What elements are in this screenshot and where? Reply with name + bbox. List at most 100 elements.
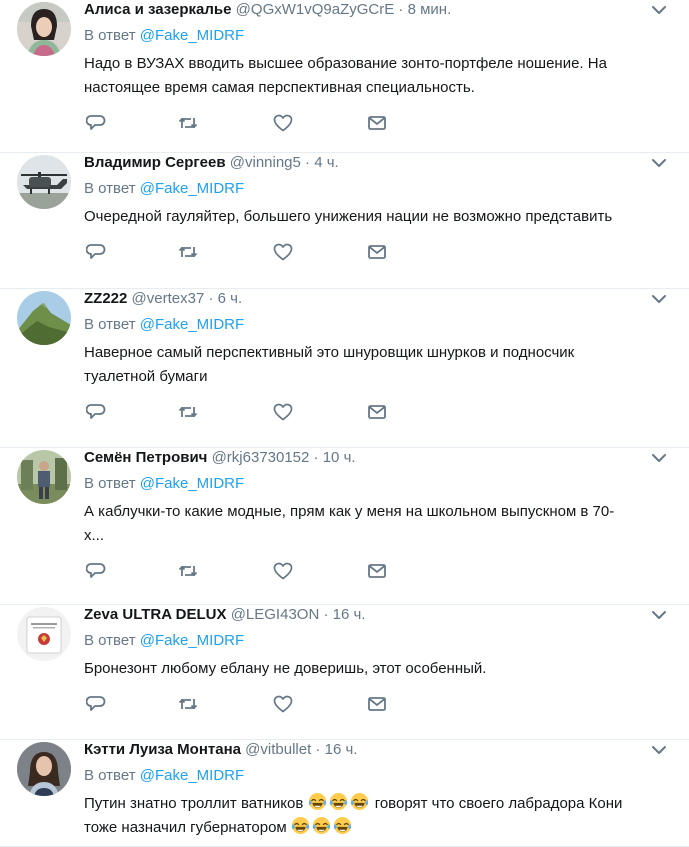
reply-context: В ответ @Fake_MIDRF xyxy=(84,766,244,786)
tweet-text-line: Наверное самый перспективный это шнуровщ… xyxy=(84,344,575,361)
reply-to-link[interactable]: @Fake_MIDRF xyxy=(140,180,244,197)
separator-dot: · xyxy=(204,290,218,307)
tweet-header: Семён Петрович @rkj63730152 · 10 ч. xyxy=(84,448,649,468)
chevron-down-icon[interactable] xyxy=(651,608,667,620)
retweet-icon[interactable] xyxy=(176,113,200,133)
tears-of-joy-emoji xyxy=(350,792,371,812)
reply-prefix: В ответ xyxy=(84,632,136,649)
tweet-text: Бронезонт любому еблану не доверишь, это… xyxy=(84,657,664,681)
author-handle[interactable]: @LEGI43ON xyxy=(231,606,320,623)
separator-dot: · xyxy=(309,449,323,466)
reply-to-link[interactable]: @Fake_MIDRF xyxy=(140,27,244,44)
reply-feed: Алиса и зазеркалье @QGxW1vQ9aZyGCrE · 8 … xyxy=(0,0,689,847)
tweet-item[interactable]: Семён Петрович @rkj63730152 · 10 ч. В отв… xyxy=(0,448,689,605)
chevron-down-icon[interactable] xyxy=(651,451,667,463)
reply-icon[interactable] xyxy=(84,694,108,714)
reply-to-link[interactable]: @Fake_MIDRF xyxy=(140,632,244,649)
like-icon[interactable] xyxy=(271,113,295,133)
author-name[interactable]: ZZ222 xyxy=(84,290,127,307)
tweet-item[interactable]: Владимир Сергеев @vinning5 · 4 ч. В ответ… xyxy=(0,153,689,289)
reply-prefix: В ответ xyxy=(84,180,136,197)
author-handle[interactable]: @rkj63730152 xyxy=(212,449,310,466)
tears-of-joy-emoji xyxy=(308,792,329,812)
chevron-down-icon[interactable] xyxy=(651,156,667,168)
like-icon[interactable] xyxy=(271,694,295,714)
tweet-item[interactable]: Алиса и зазеркалье @QGxW1vQ9aZyGCrE · 8 … xyxy=(0,0,689,153)
reply-to-link[interactable]: @Fake_MIDRF xyxy=(140,767,244,784)
woman-portrait-avatar[interactable] xyxy=(17,2,71,56)
person-outdoors-avatar[interactable] xyxy=(17,450,71,504)
woman-dark-hair-avatar[interactable] xyxy=(17,742,71,796)
author-name[interactable]: Zeva ULTRA DELUX xyxy=(84,606,227,623)
constitution-book-avatar[interactable] xyxy=(17,607,71,661)
chevron-down-icon[interactable] xyxy=(651,743,667,755)
tweet-text-line: говорят что своего лабрадора Кони xyxy=(374,795,623,812)
message-icon[interactable] xyxy=(365,113,389,133)
reply-icon[interactable] xyxy=(84,113,108,133)
retweet-icon[interactable] xyxy=(176,402,200,422)
tweet-text-line: настоящее время самая перспективная спец… xyxy=(84,79,475,96)
tweet-text: А каблучки-то какие модные, прям как у м… xyxy=(84,500,664,548)
tweet-header: Кэтти Луиза Монтана @vitbullet · 16 ч. xyxy=(84,740,649,760)
tweet-text-line: Очередной гауляйтер, большего унижения н… xyxy=(84,208,613,225)
reply-context: В ответ @Fake_MIDRF xyxy=(84,631,244,651)
reply-prefix: В ответ xyxy=(84,27,136,44)
author-handle[interactable]: @vinning5 xyxy=(230,154,301,171)
tears-of-joy-emoji xyxy=(333,816,354,836)
like-icon[interactable] xyxy=(271,402,295,422)
author-name[interactable]: Кэтти Луиза Монтана xyxy=(84,741,241,758)
reply-icon[interactable] xyxy=(84,402,108,422)
tweet-time[interactable]: 16 ч. xyxy=(325,741,358,758)
reply-prefix: В ответ xyxy=(84,316,136,333)
tweet-header: Владимир Сергеев @vinning5 · 4 ч. xyxy=(84,153,649,173)
tweet-time[interactable]: 10 ч. xyxy=(323,449,356,466)
tweet-header: Zeva ULTRA DELUX @LEGI43ON · 16 ч. xyxy=(84,605,649,625)
reply-prefix: В ответ xyxy=(84,475,136,492)
tweet-time[interactable]: 6 ч. xyxy=(218,290,243,307)
author-handle[interactable]: @vertex37 xyxy=(132,290,205,307)
reply-icon[interactable] xyxy=(84,561,108,581)
tweet-text-line: туалетной бумаги xyxy=(84,368,208,385)
message-icon[interactable] xyxy=(365,402,389,422)
author-name[interactable]: Семён Петрович xyxy=(84,449,207,466)
author-handle[interactable]: @QGxW1vQ9aZyGCrE xyxy=(236,1,395,18)
tweet-text: Очередной гауляйтер, большего унижения н… xyxy=(84,205,664,229)
tweet-time[interactable]: 16 ч. xyxy=(333,606,366,623)
tweet-item[interactable]: Zeva ULTRA DELUX @LEGI43ON · 16 ч. В отве… xyxy=(0,605,689,740)
tweet-time[interactable]: 8 мин. xyxy=(408,1,452,18)
message-icon[interactable] xyxy=(365,561,389,581)
tweet-text-line: тоже назначил губернатором xyxy=(84,819,287,836)
tweet-text: Наверное самый перспективный это шнуровщ… xyxy=(84,341,664,389)
message-icon[interactable] xyxy=(365,694,389,714)
mountain-avatar[interactable] xyxy=(17,291,71,345)
chevron-down-icon[interactable] xyxy=(651,292,667,304)
reply-context: В ответ @Fake_MIDRF xyxy=(84,26,244,46)
tears-of-joy-emoji xyxy=(291,816,312,836)
tweet-item[interactable]: Кэтти Луиза Монтана @vitbullet · 16 ч. В … xyxy=(0,740,689,847)
tweet-text-line: Путин знатно троллит ватников xyxy=(84,795,304,812)
retweet-icon[interactable] xyxy=(176,694,200,714)
separator-dot: · xyxy=(394,1,408,18)
author-name[interactable]: Алиса и зазеркалье xyxy=(84,1,232,18)
tweet-text-line: х... xyxy=(84,527,105,544)
like-icon[interactable] xyxy=(271,242,295,262)
chevron-down-icon[interactable] xyxy=(651,3,667,15)
separator-dot: · xyxy=(311,741,325,758)
reply-to-link[interactable]: @Fake_MIDRF xyxy=(140,475,244,492)
tweet-text: Надо в ВУЗАХ вводить высшее образование … xyxy=(84,52,664,100)
reply-context: В ответ @Fake_MIDRF xyxy=(84,315,244,335)
retweet-icon[interactable] xyxy=(176,561,200,581)
reply-icon[interactable] xyxy=(84,242,108,262)
helicopter-avatar[interactable] xyxy=(17,155,71,209)
reply-context: В ответ @Fake_MIDRF xyxy=(84,474,244,494)
tweet-time[interactable]: 4 ч. xyxy=(314,154,339,171)
message-icon[interactable] xyxy=(365,242,389,262)
retweet-icon[interactable] xyxy=(176,242,200,262)
author-handle[interactable]: @vitbullet xyxy=(245,741,311,758)
tweet-item[interactable]: ZZ222 @vertex37 · 6 ч. В ответ @Fake_MIDR… xyxy=(0,289,689,448)
like-icon[interactable] xyxy=(271,561,295,581)
author-name[interactable]: Владимир Сергеев xyxy=(84,154,226,171)
reply-to-link[interactable]: @Fake_MIDRF xyxy=(140,316,244,333)
tweet-text-line: Надо в ВУЗАХ вводить высшее образование … xyxy=(84,55,607,72)
tweet-header: ZZ222 @vertex37 · 6 ч. xyxy=(84,289,649,309)
